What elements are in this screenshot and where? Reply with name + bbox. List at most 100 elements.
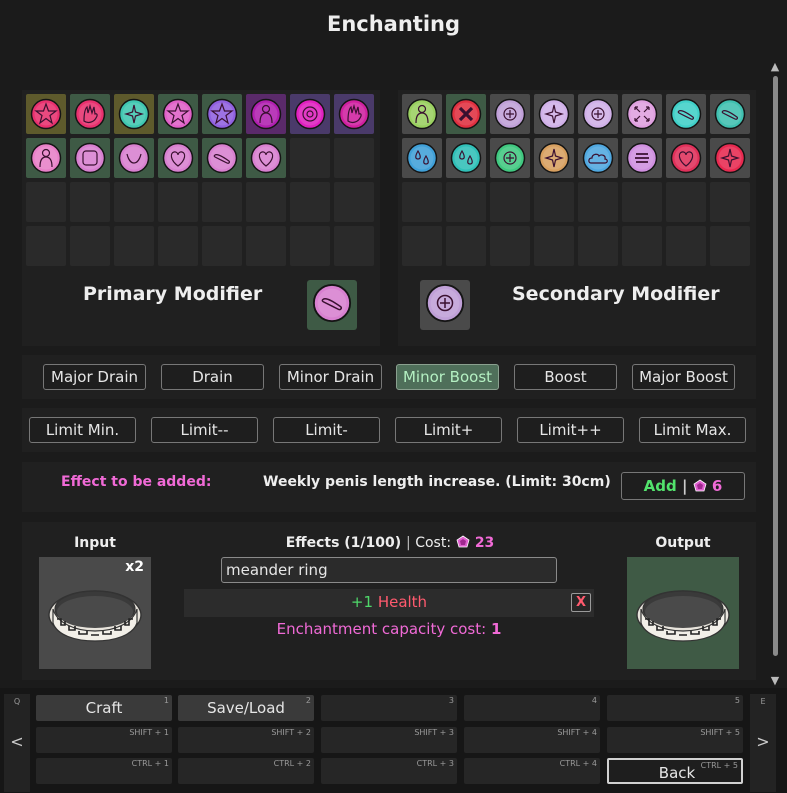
limit-min-button[interactable]: Limit Min. [29,417,136,443]
output-slot[interactable] [627,557,739,669]
hotbar-prev-button[interactable]: Q < [4,694,30,792]
empty-slot [622,226,662,266]
primary-modifier-panel: Primary Modifier [22,90,380,346]
secondary-modifier-grid [402,94,750,266]
magenta-hand-orb-slot[interactable] [334,94,374,134]
pink-star-bubble-slot[interactable] [26,94,66,134]
limit-plus-plus-button[interactable]: Limit++ [517,417,624,443]
primary-selected-slot[interactable] [307,280,357,330]
capacity-value: 1 [490,620,502,638]
empty-slot [70,226,110,266]
hotbar-slot-empty: 4 [464,695,600,721]
scrollbar[interactable]: ▲ ▼ [769,60,781,687]
red-cross-orb-slot[interactable] [446,94,486,134]
empty-slot [490,182,530,222]
pink-lady-orb-slot[interactable] [26,138,66,178]
green-plus-orb-slot[interactable] [490,138,530,178]
scroll-down-icon[interactable]: ▼ [769,674,781,687]
tan-hair-orb-slot[interactable] [534,138,574,178]
hotbar-slot-empty: SHIFT + 4 [464,727,600,753]
empty-slot [446,182,486,222]
violet-lines-orb-icon [626,142,658,174]
pink-girth-orb-slot[interactable] [246,138,286,178]
pink-belly-orb-slot[interactable] [114,138,154,178]
search-input[interactable] [221,557,557,583]
remove-effect-button[interactable]: X [571,593,591,612]
hotbar-slot-empty: SHIFT + 1 [36,727,172,753]
empty-slot [402,182,442,222]
effect-name: Health [377,593,428,611]
input-slot[interactable]: x2 [39,557,151,669]
minor-boost-button[interactable]: Minor Boost [396,364,499,390]
pink-length-orb-slot[interactable] [202,138,242,178]
craft-button[interactable]: Craft 1 [36,695,172,721]
empty-slot [158,182,198,222]
pink-star-bubble-icon [30,98,62,130]
teal-splash-orb-slot[interactable] [446,138,486,178]
limit-max-button[interactable]: Limit Max. [639,417,746,443]
lilac-arrows-orb-slot[interactable] [622,94,662,134]
empty-slot [578,182,618,222]
input-count: x2 [125,559,144,575]
pink-chest-orb-slot[interactable] [158,138,198,178]
empty-slot [622,182,662,222]
add-separator: | [681,477,688,495]
blue-cloud-orb-slot[interactable] [578,138,618,178]
boost-button[interactable]: Boost [514,364,617,390]
scrollbar-thumb[interactable] [773,76,778,656]
minor-drain-button[interactable]: Minor Drain [279,364,382,390]
crimson-lips-orb-icon [670,142,702,174]
pink-star-orb-slot[interactable] [158,94,198,134]
pink-hand-orb-icon [74,98,106,130]
secondary-selected-slot[interactable] [420,280,470,330]
lilac-cross-orb-slot[interactable] [578,94,618,134]
hotbar-next-button[interactable]: E > [750,694,776,792]
page-title: Enchanting [326,12,461,36]
red-fire-orb-slot[interactable] [710,138,750,178]
empty-slot [114,182,154,222]
violet-star-orb-slot[interactable] [202,94,242,134]
hotbar-key-hint: CTRL + 2 [273,759,311,768]
teal-tail-orb-slot[interactable] [710,94,750,134]
empty-slot [534,182,574,222]
save-load-button[interactable]: Save/Load 2 [178,695,314,721]
effect-description: Weekly penis length increase. (Limit: 30… [263,474,611,490]
crimson-lips-orb-slot[interactable] [666,138,706,178]
output-label: Output [655,535,711,551]
major-drain-button[interactable]: Major Drain [43,364,146,390]
scroll-up-icon[interactable]: ▲ [769,60,781,73]
selected-plus-icon [425,283,465,327]
add-effect-button[interactable]: Add | 6 [621,472,745,500]
capacity-cost: Enchantment capacity cost: 1 [184,620,594,638]
capacity-label: Enchantment capacity cost: [276,620,487,638]
pink-hand-orb-slot[interactable] [70,94,110,134]
teal-comb-orb-slot[interactable] [666,94,706,134]
violet-lines-orb-slot[interactable] [622,138,662,178]
lilac-plus-orb-slot[interactable] [490,94,530,134]
major-boost-button[interactable]: Major Boost [632,364,735,390]
lilac-plus-orb-icon [494,98,526,130]
limit-minus-button[interactable]: Limit- [273,417,380,443]
teal-splash-orb-icon [450,142,482,174]
lilac-sparkle-orb-slot[interactable] [534,94,574,134]
empty-slot [290,138,330,178]
hotbar-key-hint: CTRL + 1 [131,759,169,768]
green-plus-orb-icon [494,142,526,174]
teal-sparkle-orb-slot[interactable] [114,94,154,134]
limit-plus-button[interactable]: Limit+ [395,417,502,443]
limit-minus-minus-button[interactable]: Limit-- [151,417,258,443]
pink-body-orb-slot[interactable] [70,138,110,178]
magenta-ring-orb-slot[interactable] [290,94,330,134]
lilac-sparkle-orb-icon [538,98,570,130]
back-button[interactable]: Back CTRL + 5 [607,758,743,784]
chevron-left-icon: < [10,732,24,751]
green-figure-orb-slot[interactable] [402,94,442,134]
blue-drops-orb-slot[interactable] [402,138,442,178]
hotbar-slot-label: Save/Load [207,699,285,717]
empty-slot [446,226,486,266]
empty-slot [334,226,374,266]
hotbar-key-hint: 2 [305,696,311,705]
blue-drops-orb-icon [406,142,438,174]
drain-button[interactable]: Drain [161,364,264,390]
purple-figure-orb-slot[interactable] [246,94,286,134]
